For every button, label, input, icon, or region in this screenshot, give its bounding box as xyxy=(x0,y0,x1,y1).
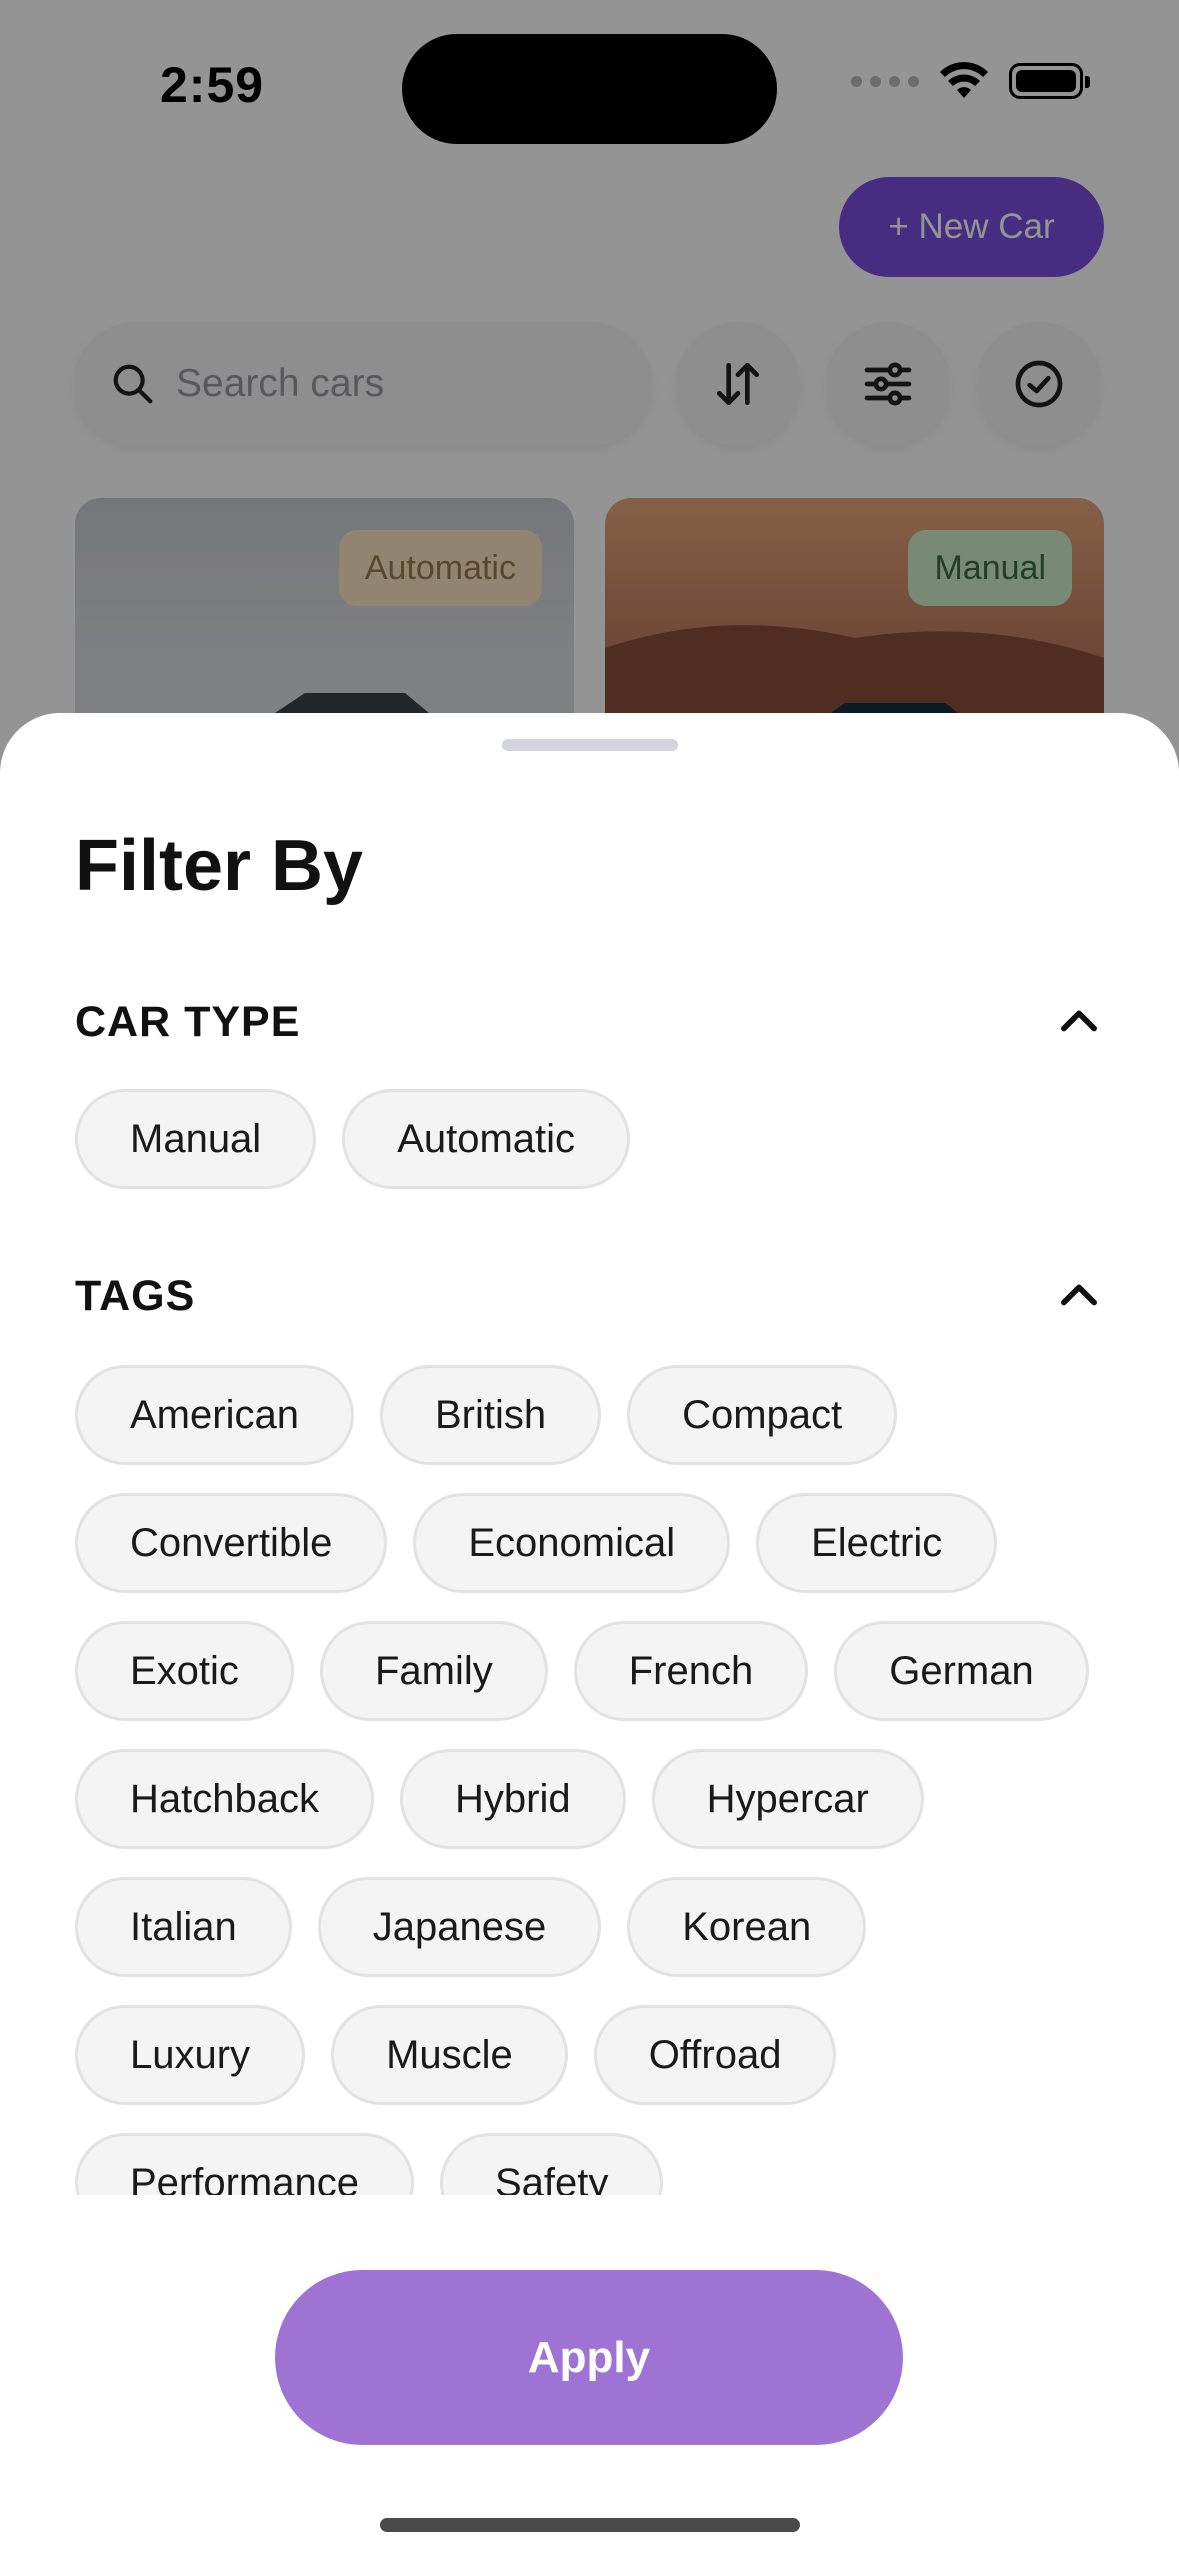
chip-exotic[interactable]: Exotic xyxy=(75,1621,294,1721)
chip-compact[interactable]: Compact xyxy=(627,1365,898,1465)
chip-hybrid[interactable]: Hybrid xyxy=(399,1749,626,1849)
sheet-grabber[interactable] xyxy=(502,739,678,751)
chip-automatic[interactable]: Automatic xyxy=(342,1089,631,1189)
car-type-options: Manual Automatic xyxy=(75,1089,631,1189)
chip-korean[interactable]: Korean xyxy=(627,1877,867,1977)
chip-american[interactable]: American xyxy=(75,1365,354,1465)
chip-safety[interactable]: Safety xyxy=(439,2133,664,2195)
sheet-title: Filter By xyxy=(75,826,364,906)
chip-manual[interactable]: Manual xyxy=(75,1089,317,1189)
chip-british[interactable]: British xyxy=(379,1365,602,1465)
chip-convertible[interactable]: Convertible xyxy=(75,1493,388,1593)
tags-scroll-area[interactable]: American British Compact Convertible Eco… xyxy=(0,1365,1179,2195)
tags-list: American British Compact Convertible Eco… xyxy=(75,1365,1115,2195)
apply-button[interactable]: Apply xyxy=(275,2270,903,2445)
chip-italian[interactable]: Italian xyxy=(75,1877,292,1977)
chip-economical[interactable]: Economical xyxy=(413,1493,731,1593)
car-type-title: CAR TYPE xyxy=(75,997,301,1046)
chip-offroad[interactable]: Offroad xyxy=(593,2005,837,2105)
chip-luxury[interactable]: Luxury xyxy=(75,2005,306,2105)
home-indicator[interactable] xyxy=(380,2518,800,2532)
chip-electric[interactable]: Electric xyxy=(756,1493,998,1593)
chip-japanese[interactable]: Japanese xyxy=(317,1877,602,1977)
car-type-section-header[interactable]: CAR TYPE xyxy=(75,987,1105,1057)
chip-hatchback[interactable]: Hatchback xyxy=(75,1749,374,1849)
chip-hypercar[interactable]: Hypercar xyxy=(651,1749,924,1849)
chip-family[interactable]: Family xyxy=(319,1621,548,1721)
chevron-up-icon[interactable] xyxy=(1053,996,1105,1048)
chip-french[interactable]: French xyxy=(573,1621,809,1721)
tags-section-header[interactable]: TAGS xyxy=(75,1261,1105,1331)
chip-muscle[interactable]: Muscle xyxy=(331,2005,568,2105)
chip-performance[interactable]: Performance xyxy=(75,2133,414,2195)
tags-title: TAGS xyxy=(75,1271,196,1320)
chip-german[interactable]: German xyxy=(834,1621,1089,1721)
chevron-up-icon[interactable] xyxy=(1053,1270,1105,1322)
